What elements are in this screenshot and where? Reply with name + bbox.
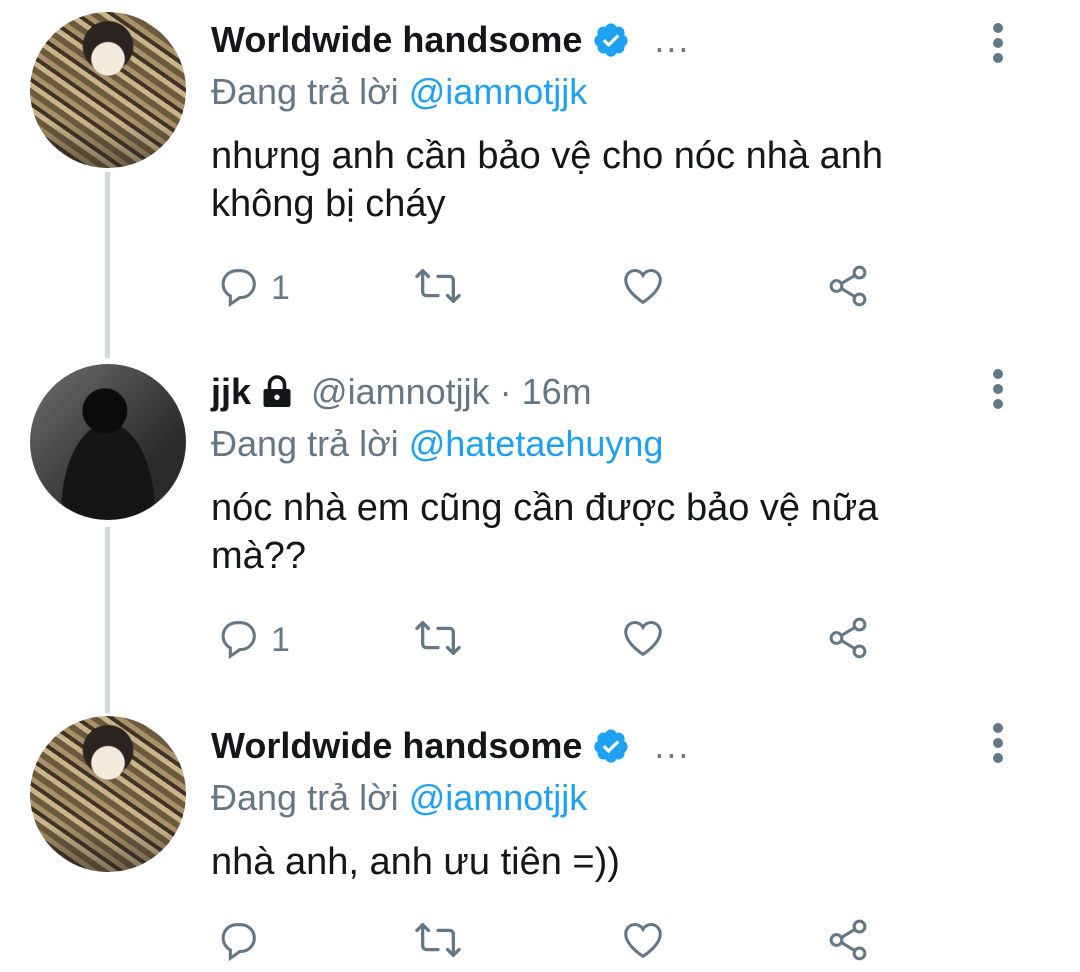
mention-link[interactable]: @hatetaehuyng xyxy=(409,423,664,464)
reply-icon xyxy=(215,263,261,314)
reply-icon xyxy=(215,917,261,968)
share-icon xyxy=(825,917,871,968)
more-vertical-icon[interactable] xyxy=(978,718,1018,768)
reply-button[interactable] xyxy=(215,912,261,972)
verified-badge-icon xyxy=(592,21,630,59)
tweet[interactable]: jjk @iamnotjjk · 16m Đang trả lời @hatet… xyxy=(0,362,1080,692)
reply-prefix: Đang trả lời xyxy=(211,423,399,464)
tweet[interactable]: Worldwide handsome ... Đang trả lời @iam… xyxy=(0,8,1080,338)
author-handle-time: @iamnotjjk · 16m xyxy=(311,371,592,412)
reply-icon xyxy=(215,615,261,666)
reply-button[interactable]: 1 xyxy=(215,258,290,318)
replying-to: Đang trả lời @hatetaehuyng xyxy=(211,418,1040,470)
author-name[interactable]: Worldwide handsome xyxy=(211,725,582,767)
author-name[interactable]: Worldwide handsome xyxy=(211,19,582,61)
like-icon xyxy=(619,917,667,968)
tweet-text-line: mà?? xyxy=(211,535,307,577)
replying-to: Đang trả lời @iamnotjjk xyxy=(211,772,1040,824)
more-vertical-icon[interactable] xyxy=(978,18,1018,68)
tweet-text-line: nhà anh, anh ưu tiên =)) xyxy=(211,841,620,883)
author-avatar[interactable] xyxy=(30,364,186,520)
tweet-text: nhưng anh cần bảo vệ cho nóc nhà anh khô… xyxy=(211,132,1040,228)
replying-to: Đang trả lời @iamnotjjk xyxy=(211,66,1040,118)
reply-prefix: Đang trả lời xyxy=(211,777,399,818)
share-button[interactable] xyxy=(825,258,871,318)
tweet[interactable]: Worldwide handsome ... Đang trả lời @iam… xyxy=(0,714,1080,971)
share-icon xyxy=(825,615,871,666)
tweet-text: nhà anh, anh ưu tiên =)) xyxy=(211,838,1040,886)
share-button[interactable] xyxy=(825,912,871,972)
tweet-text-line: nóc nhà em cũng cần được bảo vệ nữa xyxy=(211,487,879,529)
ellipsis: ... xyxy=(654,19,691,60)
tweet-text-line: nhưng anh cần bảo vệ cho nóc nhà anh xyxy=(211,135,883,177)
retweet-icon xyxy=(411,917,465,968)
reply-button[interactable]: 1 xyxy=(215,610,290,670)
share-icon xyxy=(825,263,871,314)
mention-link[interactable]: @iamnotjjk xyxy=(409,777,588,818)
author-avatar[interactable] xyxy=(30,12,186,168)
retweet-button[interactable] xyxy=(411,912,465,972)
ellipsis: ... xyxy=(654,725,691,766)
reply-count: 1 xyxy=(271,268,290,307)
like-button[interactable] xyxy=(619,258,667,318)
reply-count: 1 xyxy=(271,620,290,659)
lock-icon xyxy=(259,373,297,411)
tweet-text-line: không bị cháy xyxy=(211,183,446,225)
retweet-icon xyxy=(411,263,465,314)
share-button[interactable] xyxy=(825,610,871,670)
like-icon xyxy=(619,263,667,314)
verified-badge-icon xyxy=(592,727,630,765)
more-vertical-icon[interactable] xyxy=(978,364,1018,414)
retweet-button[interactable] xyxy=(411,610,465,670)
retweet-icon xyxy=(411,615,465,666)
author-name[interactable]: jjk xyxy=(211,371,251,413)
like-icon xyxy=(619,615,667,666)
like-button[interactable] xyxy=(619,610,667,670)
mention-link[interactable]: @iamnotjjk xyxy=(409,71,588,112)
retweet-button[interactable] xyxy=(411,258,465,318)
author-avatar[interactable] xyxy=(30,716,186,872)
like-button[interactable] xyxy=(619,912,667,972)
tweet-text: nóc nhà em cũng cần được bảo vệ nữa mà?? xyxy=(211,484,1040,580)
reply-prefix: Đang trả lời xyxy=(211,71,399,112)
